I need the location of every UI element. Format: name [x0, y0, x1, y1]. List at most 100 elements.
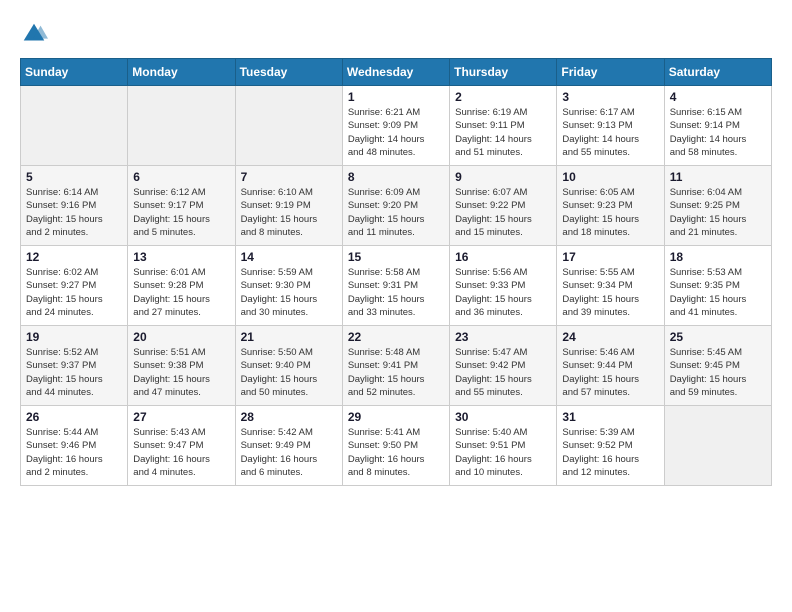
day-info: Sunrise: 6:12 AM Sunset: 9:17 PM Dayligh… — [133, 186, 229, 239]
calendar-cell: 8 Sunrise: 6:09 AM Sunset: 9:20 PM Daylig… — [342, 166, 449, 246]
calendar-cell: 19 Sunrise: 5:52 AM Sunset: 9:37 PM Dayli… — [21, 326, 128, 406]
day-number: 22 — [348, 330, 444, 344]
day-number: 7 — [241, 170, 337, 184]
day-info: Sunrise: 5:46 AM Sunset: 9:44 PM Dayligh… — [562, 346, 658, 399]
day-info: Sunrise: 5:44 AM Sunset: 9:46 PM Dayligh… — [26, 426, 122, 479]
day-number: 4 — [670, 90, 766, 104]
calendar-cell: 26 Sunrise: 5:44 AM Sunset: 9:46 PM Dayli… — [21, 406, 128, 486]
day-info: Sunrise: 5:48 AM Sunset: 9:41 PM Dayligh… — [348, 346, 444, 399]
logo-icon — [20, 20, 48, 48]
day-number: 29 — [348, 410, 444, 424]
day-number: 28 — [241, 410, 337, 424]
day-info: Sunrise: 5:58 AM Sunset: 9:31 PM Dayligh… — [348, 266, 444, 319]
calendar-cell: 11 Sunrise: 6:04 AM Sunset: 9:25 PM Dayli… — [664, 166, 771, 246]
day-info: Sunrise: 5:56 AM Sunset: 9:33 PM Dayligh… — [455, 266, 551, 319]
week-row-2: 5Sunrise: 6:14 AM Sunset: 9:16 PM Daylig… — [21, 166, 772, 246]
day-number: 5 — [26, 170, 122, 184]
calendar-cell — [21, 86, 128, 166]
calendar-cell: 2Sunrise: 6:19 AM Sunset: 9:11 PM Daylig… — [450, 86, 557, 166]
day-info: Sunrise: 5:42 AM Sunset: 9:49 PM Dayligh… — [241, 426, 337, 479]
calendar-cell: 1Sunrise: 6:21 AM Sunset: 9:09 PM Daylig… — [342, 86, 449, 166]
calendar-cell: 6 Sunrise: 6:12 AM Sunset: 9:17 PM Daylig… — [128, 166, 235, 246]
day-number: 11 — [670, 170, 766, 184]
calendar-cell: 18 Sunrise: 5:53 AM Sunset: 9:35 PM Dayli… — [664, 246, 771, 326]
day-number: 26 — [26, 410, 122, 424]
calendar-cell: 5Sunrise: 6:14 AM Sunset: 9:16 PM Daylig… — [21, 166, 128, 246]
calendar-cell: 29 Sunrise: 5:41 AM Sunset: 9:50 PM Dayli… — [342, 406, 449, 486]
week-row-3: 12 Sunrise: 6:02 AM Sunset: 9:27 PM Dayli… — [21, 246, 772, 326]
day-number: 10 — [562, 170, 658, 184]
weekday-header-friday: Friday — [557, 59, 664, 86]
day-info: Sunrise: 6:15 AM Sunset: 9:14 PM Dayligh… — [670, 106, 766, 159]
calendar-cell: 21 Sunrise: 5:50 AM Sunset: 9:40 PM Dayli… — [235, 326, 342, 406]
day-number: 30 — [455, 410, 551, 424]
day-number: 17 — [562, 250, 658, 264]
day-number: 21 — [241, 330, 337, 344]
day-number: 24 — [562, 330, 658, 344]
day-info: Sunrise: 5:50 AM Sunset: 9:40 PM Dayligh… — [241, 346, 337, 399]
day-info: Sunrise: 5:43 AM Sunset: 9:47 PM Dayligh… — [133, 426, 229, 479]
day-info: Sunrise: 6:04 AM Sunset: 9:25 PM Dayligh… — [670, 186, 766, 239]
day-number: 23 — [455, 330, 551, 344]
day-info: Sunrise: 5:53 AM Sunset: 9:35 PM Dayligh… — [670, 266, 766, 319]
calendar-cell: 15 Sunrise: 5:58 AM Sunset: 9:31 PM Dayli… — [342, 246, 449, 326]
calendar-cell: 10 Sunrise: 6:05 AM Sunset: 9:23 PM Dayli… — [557, 166, 664, 246]
day-info: Sunrise: 5:47 AM Sunset: 9:42 PM Dayligh… — [455, 346, 551, 399]
day-number: 16 — [455, 250, 551, 264]
calendar-cell: 30 Sunrise: 5:40 AM Sunset: 9:51 PM Dayli… — [450, 406, 557, 486]
day-info: Sunrise: 6:10 AM Sunset: 9:19 PM Dayligh… — [241, 186, 337, 239]
week-row-4: 19 Sunrise: 5:52 AM Sunset: 9:37 PM Dayli… — [21, 326, 772, 406]
day-number: 6 — [133, 170, 229, 184]
day-info: Sunrise: 6:19 AM Sunset: 9:11 PM Dayligh… — [455, 106, 551, 159]
day-info: Sunrise: 6:01 AM Sunset: 9:28 PM Dayligh… — [133, 266, 229, 319]
calendar-cell: 9Sunrise: 6:07 AM Sunset: 9:22 PM Daylig… — [450, 166, 557, 246]
day-info: Sunrise: 5:52 AM Sunset: 9:37 PM Dayligh… — [26, 346, 122, 399]
day-info: Sunrise: 6:21 AM Sunset: 9:09 PM Dayligh… — [348, 106, 444, 159]
weekday-header-sunday: Sunday — [21, 59, 128, 86]
page-header — [20, 20, 772, 48]
calendar-cell: 12 Sunrise: 6:02 AM Sunset: 9:27 PM Dayli… — [21, 246, 128, 326]
day-number: 27 — [133, 410, 229, 424]
calendar-cell: 4 Sunrise: 6:15 AM Sunset: 9:14 PM Daylig… — [664, 86, 771, 166]
day-number: 19 — [26, 330, 122, 344]
day-info: Sunrise: 5:39 AM Sunset: 9:52 PM Dayligh… — [562, 426, 658, 479]
day-info: Sunrise: 5:59 AM Sunset: 9:30 PM Dayligh… — [241, 266, 337, 319]
weekday-header-row: SundayMondayTuesdayWednesdayThursdayFrid… — [21, 59, 772, 86]
day-number: 31 — [562, 410, 658, 424]
day-number: 20 — [133, 330, 229, 344]
calendar-cell: 16 Sunrise: 5:56 AM Sunset: 9:33 PM Dayli… — [450, 246, 557, 326]
week-row-5: 26 Sunrise: 5:44 AM Sunset: 9:46 PM Dayli… — [21, 406, 772, 486]
calendar-cell: 17 Sunrise: 5:55 AM Sunset: 9:34 PM Dayli… — [557, 246, 664, 326]
calendar-cell: 28 Sunrise: 5:42 AM Sunset: 9:49 PM Dayli… — [235, 406, 342, 486]
calendar-table: SundayMondayTuesdayWednesdayThursdayFrid… — [20, 58, 772, 486]
day-info: Sunrise: 5:40 AM Sunset: 9:51 PM Dayligh… — [455, 426, 551, 479]
weekday-header-thursday: Thursday — [450, 59, 557, 86]
day-number: 18 — [670, 250, 766, 264]
weekday-header-monday: Monday — [128, 59, 235, 86]
day-number: 12 — [26, 250, 122, 264]
weekday-header-saturday: Saturday — [664, 59, 771, 86]
day-info: Sunrise: 6:02 AM Sunset: 9:27 PM Dayligh… — [26, 266, 122, 319]
day-info: Sunrise: 6:09 AM Sunset: 9:20 PM Dayligh… — [348, 186, 444, 239]
calendar-cell: 24 Sunrise: 5:46 AM Sunset: 9:44 PM Dayli… — [557, 326, 664, 406]
calendar-cell: 25 Sunrise: 5:45 AM Sunset: 9:45 PM Dayli… — [664, 326, 771, 406]
day-info: Sunrise: 5:55 AM Sunset: 9:34 PM Dayligh… — [562, 266, 658, 319]
day-info: Sunrise: 5:41 AM Sunset: 9:50 PM Dayligh… — [348, 426, 444, 479]
day-number: 15 — [348, 250, 444, 264]
calendar-cell — [664, 406, 771, 486]
day-number: 25 — [670, 330, 766, 344]
day-number: 9 — [455, 170, 551, 184]
calendar-cell: 3Sunrise: 6:17 AM Sunset: 9:13 PM Daylig… — [557, 86, 664, 166]
day-number: 8 — [348, 170, 444, 184]
calendar-cell — [235, 86, 342, 166]
week-row-1: 1Sunrise: 6:21 AM Sunset: 9:09 PM Daylig… — [21, 86, 772, 166]
day-info: Sunrise: 5:51 AM Sunset: 9:38 PM Dayligh… — [133, 346, 229, 399]
calendar-cell: 14Sunrise: 5:59 AM Sunset: 9:30 PM Dayli… — [235, 246, 342, 326]
day-info: Sunrise: 6:17 AM Sunset: 9:13 PM Dayligh… — [562, 106, 658, 159]
calendar-cell: 20 Sunrise: 5:51 AM Sunset: 9:38 PM Dayli… — [128, 326, 235, 406]
calendar-cell — [128, 86, 235, 166]
calendar-cell: 31 Sunrise: 5:39 AM Sunset: 9:52 PM Dayli… — [557, 406, 664, 486]
day-info: Sunrise: 6:05 AM Sunset: 9:23 PM Dayligh… — [562, 186, 658, 239]
day-info: Sunrise: 5:45 AM Sunset: 9:45 PM Dayligh… — [670, 346, 766, 399]
weekday-header-tuesday: Tuesday — [235, 59, 342, 86]
